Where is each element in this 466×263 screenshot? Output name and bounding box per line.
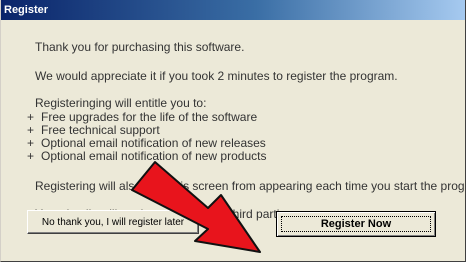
register-now-label: Register Now bbox=[320, 218, 392, 230]
register-later-button[interactable]: No thank you, I will register later bbox=[27, 210, 199, 234]
register-dialog: Register Thank you for purchasing this s… bbox=[0, 0, 466, 262]
bullet: + bbox=[27, 149, 35, 163]
register-now-button[interactable]: Register Now bbox=[276, 211, 436, 237]
thanks-text: Thank you for purchasing this software. bbox=[35, 40, 245, 54]
window-title: Register bbox=[4, 4, 49, 16]
stop-screen-text: Registering will also stop this screen f… bbox=[35, 179, 466, 193]
register-later-label: No thank you, I will register later bbox=[41, 216, 185, 228]
list-item: + Optional email notification of new prod… bbox=[27, 149, 267, 163]
benefits-list: + Free upgrades for the life of the softw… bbox=[27, 111, 266, 163]
entitle-intro-text: Registeringing will entitle you to: bbox=[35, 96, 207, 110]
appreciate-text: We would appreciate it if you took 2 min… bbox=[35, 69, 398, 83]
title-bar[interactable]: Register bbox=[1, 0, 465, 20]
